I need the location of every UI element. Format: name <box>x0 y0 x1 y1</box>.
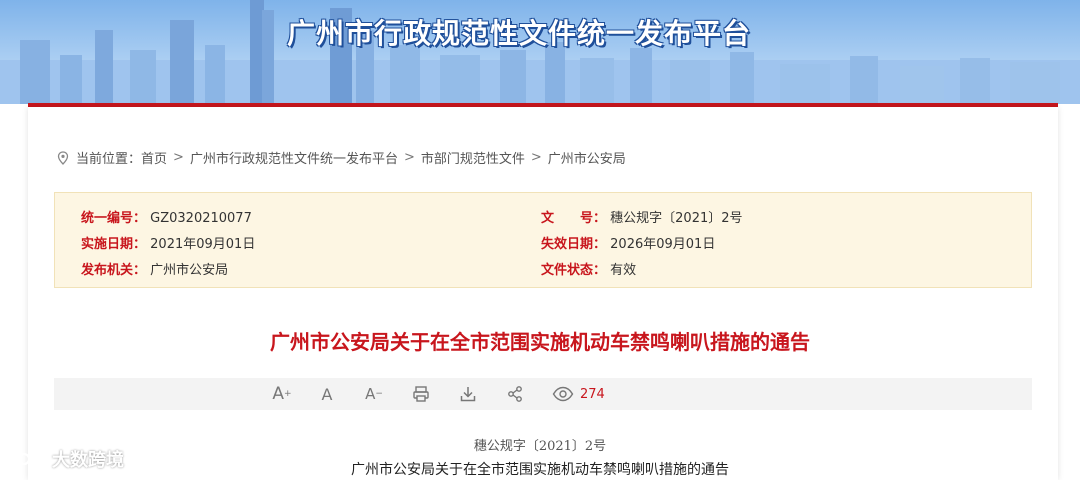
meta-docno: 文 号： 穗公规字〔2021〕2号 <box>541 207 743 226</box>
meta-effective: 实施日期： 2021年09月01日 <box>81 233 255 252</box>
breadcrumb-prefix: 当前位置： <box>76 152 142 167</box>
document-meta-box: 统一编号： GZ0320210077 文 号： 穗公规字〔2021〕2号 实施日… <box>54 192 1032 288</box>
article-toolbar: A + A A − 274 <box>54 378 1032 410</box>
watermark-text: 大数跨境 <box>52 450 124 471</box>
view-counter: 274 <box>552 384 605 404</box>
breadcrumb-platform[interactable]: 广州市行政规范性文件统一发布平台 <box>190 148 398 167</box>
meta-issuer-value: 广州市公安局 <box>150 263 229 278</box>
header-banner: 广州市行政规范性文件统一发布平台 <box>0 0 1080 104</box>
plus-icon: + <box>284 389 292 399</box>
breadcrumb-home[interactable]: 首页 <box>141 148 167 167</box>
font-default-button[interactable]: A <box>316 384 338 404</box>
share-button[interactable] <box>504 384 526 404</box>
breadcrumb-department[interactable]: 广州市公安局 <box>548 148 626 167</box>
font-decrease-button[interactable]: A − <box>362 384 386 404</box>
eye-icon <box>552 386 574 402</box>
breadcrumb: 当前位置： 首页 > 广州市行政规范性文件统一发布平台 > 市部门规范性文件 >… <box>56 148 626 167</box>
site-title: 广州市行政规范性文件统一发布平台 <box>287 17 752 50</box>
share-icon <box>508 386 522 402</box>
meta-expire: 失效日期： 2026年09月01日 <box>541 233 715 252</box>
meta-serial-value: GZ0320210077 <box>150 211 252 226</box>
printer-icon <box>413 386 429 402</box>
meta-effective-value: 2021年09月01日 <box>150 237 256 252</box>
meta-issuer-label: 发布机关： <box>81 263 147 278</box>
font-increase-label: A <box>272 384 285 404</box>
meta-status: 文件状态： 有效 <box>541 259 636 278</box>
breadcrumb-separator: > <box>403 150 415 165</box>
location-pin-icon <box>57 150 69 165</box>
view-count: 274 <box>580 386 605 402</box>
minus-icon: − <box>375 389 383 399</box>
document-title: 广州市公安局关于在全市范围实施机动车禁鸣喇叭措施的通告 <box>270 330 810 354</box>
watermark-logo-icon <box>10 449 43 468</box>
meta-effective-label: 实施日期： <box>81 237 147 252</box>
meta-serial-label: 统一编号： <box>81 211 147 226</box>
download-icon <box>460 387 476 402</box>
meta-expire-value: 2026年09月01日 <box>610 237 716 252</box>
document-number: 穗公规字〔2021〕2号 <box>473 439 607 454</box>
font-decrease-label: A <box>365 385 376 403</box>
breadcrumb-separator: > <box>530 150 542 165</box>
meta-serial: 统一编号： GZ0320210077 <box>81 207 252 226</box>
meta-expire-label: 失效日期： <box>541 237 607 252</box>
download-button[interactable] <box>457 384 479 404</box>
font-increase-button[interactable]: A + <box>270 384 294 404</box>
breadcrumb-category[interactable]: 市部门规范性文件 <box>421 148 525 167</box>
document-subtitle: 广州市公安局关于在全市范围实施机动车禁鸣喇叭措施的通告 <box>351 462 729 478</box>
breadcrumb-separator: > <box>173 150 184 165</box>
meta-issuer: 发布机关： 广州市公安局 <box>81 259 228 278</box>
meta-status-label: 文件状态： <box>541 263 607 278</box>
meta-status-value: 有效 <box>610 263 637 278</box>
font-default-label: A <box>321 384 333 404</box>
print-button[interactable] <box>410 384 432 404</box>
watermark: 大数跨境 <box>8 446 124 472</box>
meta-docno-value: 穗公规字〔2021〕2号 <box>610 211 743 226</box>
meta-docno-label: 文 号： <box>541 211 607 226</box>
